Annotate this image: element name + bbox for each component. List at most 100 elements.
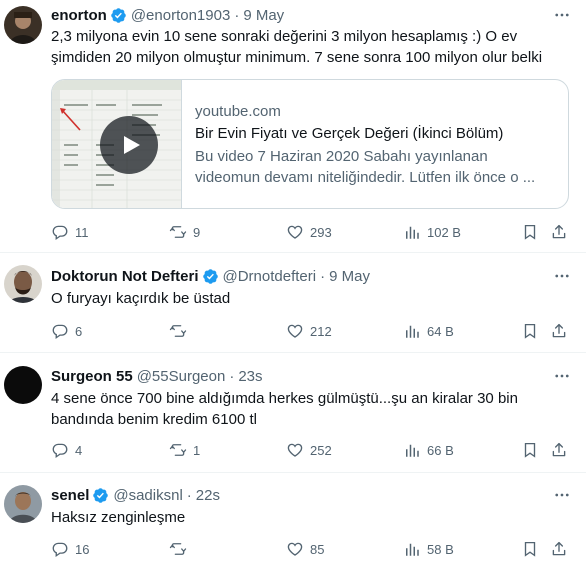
- reply-count: 16: [75, 541, 90, 557]
- card-description-line: Bu video 7 Haziran 2020 Sabahı yayınlana…: [195, 148, 488, 165]
- bookmark-icon: [521, 223, 539, 241]
- action-bar: 6 212 64 B: [51, 321, 576, 341]
- retweet-button[interactable]: [169, 539, 193, 559]
- heart-icon: [286, 322, 304, 340]
- reply-icon: [51, 441, 69, 459]
- reply-button[interactable]: 6: [51, 321, 82, 341]
- bookmark-icon: [521, 441, 539, 459]
- heart-icon: [286, 540, 304, 558]
- retweet-count: 9: [193, 224, 201, 240]
- separator-dot: ·: [320, 267, 326, 285]
- tweet-text-line: şimdiden 20 milyon olmuştur minimum. 7 s…: [51, 49, 543, 66]
- tweet-senel[interactable]: senel @sadiksnl · 22s Haksız zenginleşme…: [0, 473, 586, 572]
- card-description: Bu video 7 Haziran 2020 Sabahı yayınlana…: [195, 146, 555, 188]
- retweet-button[interactable]: 9: [169, 222, 200, 242]
- timestamp[interactable]: 23s: [238, 368, 262, 385]
- tweet-text-line: Haksız zenginleşme: [51, 509, 186, 526]
- share-button[interactable]: [550, 539, 568, 559]
- heart-icon: [286, 223, 304, 241]
- card-domain: youtube.com: [195, 103, 281, 120]
- views-chart-icon: [403, 322, 421, 340]
- views-chart-icon: [403, 540, 421, 558]
- timestamp[interactable]: 9 May: [243, 7, 284, 24]
- views-count: 58 B: [427, 541, 454, 557]
- retweet-count: 1: [193, 442, 201, 458]
- more-options-icon[interactable]: [552, 366, 572, 386]
- share-icon: [550, 322, 568, 340]
- tweet-text: O furyayı kaçırdık be üstad: [51, 288, 576, 309]
- video-thumbnail[interactable]: [52, 80, 182, 208]
- author-handle[interactable]: @Drnotdefteri: [223, 268, 317, 285]
- reply-count: 6: [75, 323, 83, 339]
- more-options-icon[interactable]: [552, 266, 572, 286]
- heart-icon: [286, 441, 304, 459]
- avatar[interactable]: [4, 6, 42, 44]
- tweet-text: 2,3 milyona evin 10 sene sonraki değerin…: [51, 26, 576, 68]
- share-icon: [550, 223, 568, 241]
- author-name[interactable]: Surgeon 55: [51, 368, 133, 385]
- share-icon: [550, 441, 568, 459]
- reply-button[interactable]: 4: [51, 440, 82, 460]
- tweet-enorton[interactable]: enorton @enorton1903 · 9 May 2,3 milyona…: [0, 0, 586, 253]
- avatar[interactable]: [4, 366, 42, 404]
- views-button[interactable]: 66 B: [403, 440, 454, 460]
- action-bar: 16 85 58 B: [51, 539, 576, 559]
- views-button[interactable]: 64 B: [403, 321, 454, 341]
- author-handle[interactable]: @sadiksnl: [113, 487, 182, 504]
- author-handle[interactable]: @enorton1903: [131, 7, 230, 24]
- tweet-text-line: 2,3 milyona evin 10 sene sonraki değerin…: [51, 28, 518, 45]
- author-name[interactable]: enorton: [51, 7, 107, 24]
- bookmark-button[interactable]: [521, 321, 539, 341]
- share-button[interactable]: [550, 321, 568, 341]
- views-count: 102 B: [427, 224, 461, 240]
- retweet-icon: [169, 223, 187, 241]
- more-options-icon[interactable]: [552, 485, 572, 505]
- views-button[interactable]: 102 B: [403, 222, 461, 242]
- verified-badge-icon: [110, 7, 127, 24]
- separator-dot: ·: [186, 486, 192, 504]
- like-button[interactable]: 293: [286, 222, 332, 242]
- reply-count: 11: [75, 224, 89, 240]
- views-button[interactable]: 58 B: [403, 539, 454, 559]
- link-preview-card[interactable]: youtube.com Bir Evin Fiyatı ve Gerçek De…: [51, 79, 569, 209]
- tweet-text: 4 sene önce 700 bine aldığımda herkes gü…: [51, 388, 576, 430]
- card-body[interactable]: youtube.com Bir Evin Fiyatı ve Gerçek De…: [195, 102, 555, 188]
- like-button[interactable]: 212: [286, 321, 332, 341]
- timestamp[interactable]: 22s: [196, 487, 220, 504]
- reply-button[interactable]: 16: [51, 539, 89, 559]
- like-count: 212: [310, 323, 332, 339]
- bookmark-icon: [521, 322, 539, 340]
- retweet-button[interactable]: [169, 321, 193, 341]
- more-options-icon[interactable]: [552, 5, 572, 25]
- avatar[interactable]: [4, 485, 42, 523]
- bookmark-button[interactable]: [521, 440, 539, 460]
- author-handle[interactable]: @55Surgeon: [137, 368, 226, 385]
- separator-dot: ·: [234, 6, 240, 24]
- bookmark-button[interactable]: [521, 539, 539, 559]
- timestamp[interactable]: 9 May: [329, 268, 370, 285]
- author-name[interactable]: senel: [51, 487, 89, 504]
- play-icon[interactable]: [100, 116, 158, 174]
- tweet-text-line: O furyayı kaçırdık be üstad: [51, 290, 231, 307]
- reply-icon: [51, 540, 69, 558]
- tweet-surgeon-55[interactable]: Surgeon 55 @55Surgeon · 23s 4 sene önce …: [0, 353, 586, 473]
- like-count: 293: [310, 224, 332, 240]
- retweet-icon: [169, 540, 187, 558]
- share-button[interactable]: [550, 222, 568, 242]
- tweet-doktorun-not-defteri[interactable]: Doktorun Not Defteri @Drnotdefteri · 9 M…: [0, 253, 586, 353]
- tweet-text-line: bandında benim kredim 6100 tl: [51, 411, 257, 428]
- views-chart-icon: [403, 441, 421, 459]
- like-button[interactable]: 252: [286, 440, 332, 460]
- card-description-line: videomun devamı niteliğindedir. Lütfen i…: [195, 169, 536, 186]
- bookmark-button[interactable]: [521, 222, 539, 242]
- share-button[interactable]: [550, 440, 568, 460]
- verified-badge-icon: [202, 268, 219, 285]
- reply-button[interactable]: 11: [51, 222, 89, 242]
- retweet-button[interactable]: 1: [169, 440, 200, 460]
- reply-count: 4: [75, 442, 83, 458]
- like-button[interactable]: 85: [286, 539, 324, 559]
- author-name[interactable]: Doktorun Not Defteri: [51, 268, 199, 285]
- avatar[interactable]: [4, 265, 42, 303]
- bookmark-icon: [521, 540, 539, 558]
- verified-badge-icon: [92, 487, 109, 504]
